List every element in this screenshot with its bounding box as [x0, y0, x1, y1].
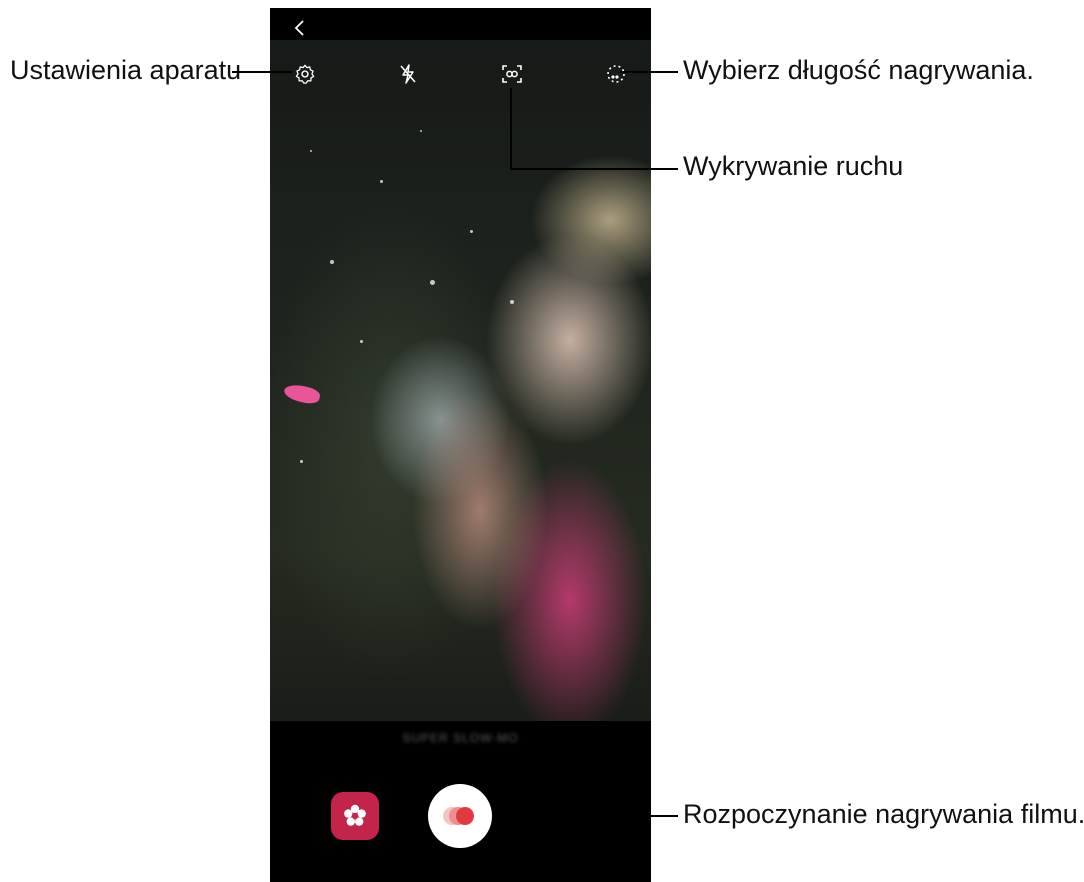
water-droplet: [420, 130, 422, 132]
back-arrow-icon[interactable]: [290, 18, 310, 38]
water-droplet: [330, 260, 334, 264]
motion-detection-icon[interactable]: [499, 61, 525, 87]
record-button[interactable]: [428, 784, 492, 848]
water-droplet: [510, 300, 514, 304]
recording-length-icon[interactable]: [603, 61, 629, 87]
balloon-fragment: [282, 382, 322, 406]
water-droplet: [310, 150, 312, 152]
flash-off-icon[interactable]: [395, 61, 421, 87]
callout-settings-label: Ustawienia aparatu: [10, 55, 242, 85]
water-droplet: [300, 460, 303, 463]
water-droplet: [380, 180, 383, 183]
callout-settings-line: [232, 71, 292, 73]
callout-record-label: Rozpoczynanie nagrywania filmu.: [683, 799, 1084, 829]
phone-screen: SUPER SLOW-MO: [270, 8, 651, 882]
callout-motion-label: Wykrywanie ruchu: [683, 151, 904, 181]
gear-icon[interactable]: [292, 61, 318, 87]
record-icon: [443, 807, 474, 825]
callout-motion-vline: [510, 88, 512, 170]
mode-label[interactable]: SUPER SLOW-MO: [270, 731, 651, 745]
water-droplet: [430, 280, 435, 285]
water-droplet: [360, 340, 363, 343]
callout-length-line: [620, 71, 678, 73]
callout-length-label: Wybierz długość nagrywania.: [683, 55, 1034, 85]
camera-preview: [270, 40, 651, 721]
gallery-button[interactable]: [331, 792, 379, 840]
callout-record-line: [492, 815, 678, 817]
water-droplet: [470, 230, 473, 233]
gallery-flower-icon: [344, 804, 366, 826]
callout-motion-line: [510, 168, 678, 170]
